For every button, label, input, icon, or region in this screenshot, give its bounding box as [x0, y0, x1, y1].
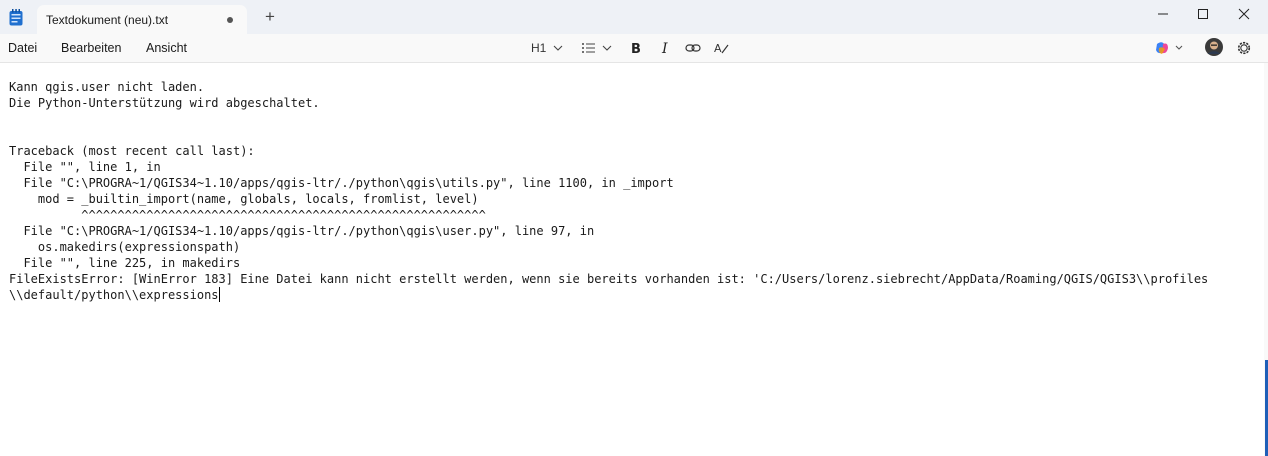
menu-ansicht[interactable]: Ansicht	[146, 41, 187, 55]
document-line: File "C:\PROGRA~1/QGIS34~1.10/apps/qgis-…	[9, 224, 595, 238]
menu-bar: Datei Bearbeiten Ansicht H1 B I A	[0, 34, 1268, 63]
chevron-down-icon	[553, 45, 563, 51]
menu-bearbeiten[interactable]: Bearbeiten	[61, 41, 121, 55]
title-bar: Textdokument (neu).txt +	[0, 0, 1268, 34]
text-editor[interactable]: Kann qgis.user nicht laden. Die Python-U…	[0, 63, 1264, 456]
document-line: Traceback (most recent call last):	[9, 144, 255, 158]
menu-datei[interactable]: Datei	[8, 41, 37, 55]
document-line: \\default/python\\expressions	[9, 288, 219, 302]
italic-icon[interactable]: I	[660, 40, 672, 56]
document-line: File "", line 225, in makedirs	[9, 256, 241, 270]
tab-title: Textdokument (neu).txt	[46, 13, 169, 27]
document-line: FileExistsError: [WinError 183] Eine Dat…	[9, 272, 1209, 286]
unsaved-indicator-icon[interactable]	[227, 17, 233, 23]
copilot-icon	[1156, 42, 1183, 54]
bold-icon[interactable]: B	[630, 40, 642, 56]
svg-text:A: A	[714, 42, 722, 55]
heading-label: H1	[531, 41, 547, 55]
document-line: Kann qgis.user nicht laden.	[9, 80, 205, 94]
document-line: mod = _builtin_import(name, globals, loc…	[9, 192, 479, 206]
notepad-icon	[9, 9, 23, 26]
clear-formatting-icon[interactable]: A	[714, 40, 730, 56]
link-icon[interactable]	[685, 40, 701, 56]
avatar[interactable]	[1205, 38, 1223, 56]
maximize-icon[interactable]	[1193, 4, 1213, 24]
heading-dropdown[interactable]: H1	[531, 41, 563, 57]
svg-text:B: B	[631, 42, 641, 56]
document-line: Die Python-Unterstützung wird abgeschalt…	[9, 96, 320, 110]
svg-text:I: I	[661, 41, 668, 56]
text-caret	[218, 287, 220, 302]
document-line: ^^^^^^^^^^^^^^^^^^^^^^^^^^^^^^^^^^^^^^^^…	[9, 208, 486, 222]
tab-document[interactable]: Textdokument (neu).txt	[37, 5, 247, 34]
copilot-button[interactable]	[1154, 40, 1184, 56]
document-line: File "C:\PROGRA~1/QGIS34~1.10/apps/qgis-…	[9, 176, 674, 190]
list-dropdown[interactable]	[581, 40, 613, 56]
gear-icon[interactable]	[1236, 40, 1252, 56]
list-icon	[582, 43, 612, 53]
close-icon[interactable]	[1234, 4, 1254, 24]
document-line: File "", line 1, in	[9, 160, 161, 174]
document-line: os.makedirs(expressionspath)	[9, 240, 241, 254]
document-text[interactable]: Kann qgis.user nicht laden. Die Python-U…	[9, 79, 1208, 303]
minimize-icon[interactable]	[1153, 4, 1173, 24]
plus-icon[interactable]: +	[262, 8, 278, 25]
